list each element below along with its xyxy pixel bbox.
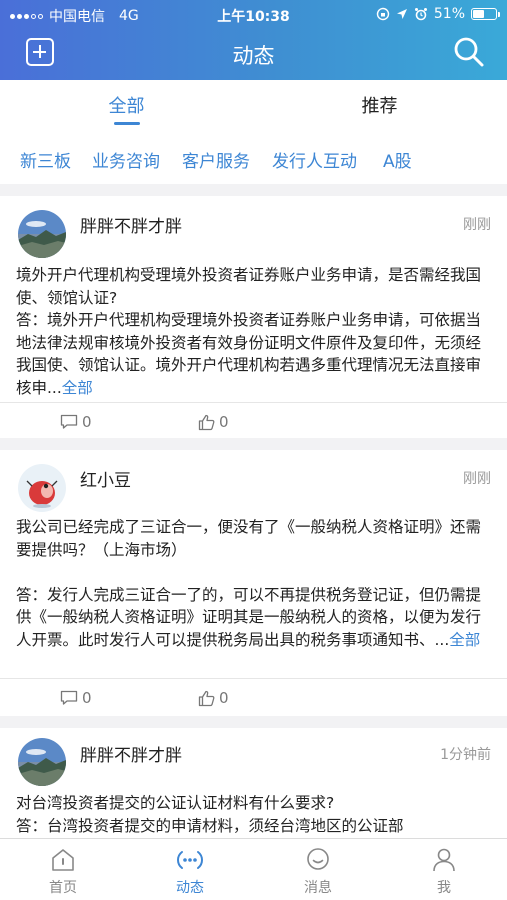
post-time: 刚刚 xyxy=(463,471,491,487)
like-button[interactable]: 0 xyxy=(198,413,229,431)
tabbar-messages-label: 消息 xyxy=(304,880,332,896)
battery-icon xyxy=(471,8,500,20)
category-issuer-interaction[interactable]: 发行人互动 xyxy=(272,147,357,172)
like-count: 0 xyxy=(219,413,229,431)
lock-rotation-icon xyxy=(376,7,390,21)
post-content[interactable]: 境外开户代理机构受理境外投资者证券账户业务申请，是否需经我国使、领馆认证? 答：… xyxy=(16,264,491,399)
post-actions: 0 0 xyxy=(0,678,507,718)
expand-link[interactable]: 全部 xyxy=(449,631,480,649)
post-time: 刚刚 xyxy=(463,217,491,233)
avatar[interactable] xyxy=(18,738,66,786)
post-actions: 0 0 xyxy=(0,402,507,442)
username[interactable]: 红小豆 xyxy=(80,466,131,491)
battery-percent: 51% xyxy=(433,6,465,22)
comment-button[interactable]: 0 xyxy=(60,413,92,431)
status-bar: 中国电信 4G 上午10:38 51% xyxy=(0,0,507,30)
tab-recommended[interactable]: 推荐 xyxy=(253,92,506,118)
comment-icon xyxy=(60,690,78,705)
tabbar-profile-label: 我 xyxy=(437,880,451,896)
avatar[interactable] xyxy=(18,464,66,512)
comment-count: 0 xyxy=(82,413,92,431)
like-button[interactable]: 0 xyxy=(198,689,229,707)
question-text: 对台湾投资者提交的公证认证材料有什么要求? xyxy=(16,794,335,812)
username[interactable]: 胖胖不胖才胖 xyxy=(80,741,182,766)
tabbar-home-label: 首页 xyxy=(49,880,77,896)
feed-tabs: 全部 推荐 xyxy=(0,80,507,128)
search-icon[interactable] xyxy=(453,36,485,68)
like-count: 0 xyxy=(219,689,229,707)
navbar: 动态 xyxy=(0,30,507,76)
post-content[interactable]: 对台湾投资者提交的公证认证材料有什么要求? 答：台湾投资者提交的申请材料，须经台… xyxy=(16,792,491,837)
alarm-icon xyxy=(414,8,427,21)
page-title: 动态 xyxy=(232,44,275,68)
tabbar-activity[interactable]: 动态 xyxy=(140,847,240,897)
post-content[interactable]: 我公司已经完成了三证合一，便没有了《一般纳税人资格证明》还需要提供吗？（上海市场… xyxy=(16,516,491,651)
avatar[interactable] xyxy=(18,210,66,258)
category-bar: 新三板 业务咨询 客户服务 发行人互动 A股 xyxy=(0,128,507,184)
tab-all[interactable]: 全部 xyxy=(0,92,253,118)
comment-icon xyxy=(60,414,78,429)
message-icon xyxy=(307,848,329,870)
activity-icon xyxy=(177,851,203,869)
category-customer-service[interactable]: 客户服务 xyxy=(182,147,250,172)
post-card[interactable]: 红小豆 刚刚 我公司已经完成了三证合一，便没有了《一般纳税人资格证明》还需要提供… xyxy=(0,450,507,716)
expand-link[interactable]: 全部 xyxy=(62,379,93,397)
location-icon xyxy=(396,9,407,19)
comment-button[interactable]: 0 xyxy=(60,689,92,707)
question-text: 境外开户代理机构受理境外投资者证券账户业务申请，是否需经我国使、领馆认证? xyxy=(16,266,482,307)
post-card[interactable]: 胖胖不胖才胖 刚刚 境外开户代理机构受理境外投资者证券账户业务申请，是否需经我国… xyxy=(0,196,507,438)
category-neeq[interactable]: 新三板 xyxy=(20,147,71,172)
tabbar-activity-label: 动态 xyxy=(176,880,204,896)
answer-text: 答：台湾投资者提交的申请材料，须经台湾地区的公证部 xyxy=(16,816,404,835)
bottom-tab-bar: 首页 动态 消息 我 xyxy=(0,838,507,900)
tabbar-profile[interactable]: 我 xyxy=(394,847,494,897)
thumbs-up-icon xyxy=(198,414,215,430)
tabbar-messages[interactable]: 消息 xyxy=(268,847,368,897)
profile-icon xyxy=(433,848,455,872)
thumbs-up-icon xyxy=(198,690,215,706)
username[interactable]: 胖胖不胖才胖 xyxy=(80,212,182,237)
answer-text: 答：发行人完成三证合一了的，可以不再提供税务登记证，但仍需提供《一般纳税人资格证… xyxy=(16,585,482,649)
category-a-shares[interactable]: A股 xyxy=(383,147,412,172)
question-text: 我公司已经完成了三证合一，便没有了《一般纳税人资格证明》还需要提供吗？（上海市场… xyxy=(16,518,482,559)
comment-count: 0 xyxy=(82,689,92,707)
post-card[interactable]: 胖胖不胖才胖 1分钟前 对台湾投资者提交的公证认证材料有什么要求? 答：台湾投资… xyxy=(0,728,507,838)
active-tab-indicator xyxy=(114,122,140,125)
post-time: 1分钟前 xyxy=(440,747,491,763)
tabbar-home[interactable]: 首页 xyxy=(13,847,113,897)
header: 中国电信 4G 上午10:38 51% 动态 xyxy=(0,0,507,80)
home-icon xyxy=(52,849,74,871)
category-business-consulting[interactable]: 业务咨询 xyxy=(92,147,160,172)
